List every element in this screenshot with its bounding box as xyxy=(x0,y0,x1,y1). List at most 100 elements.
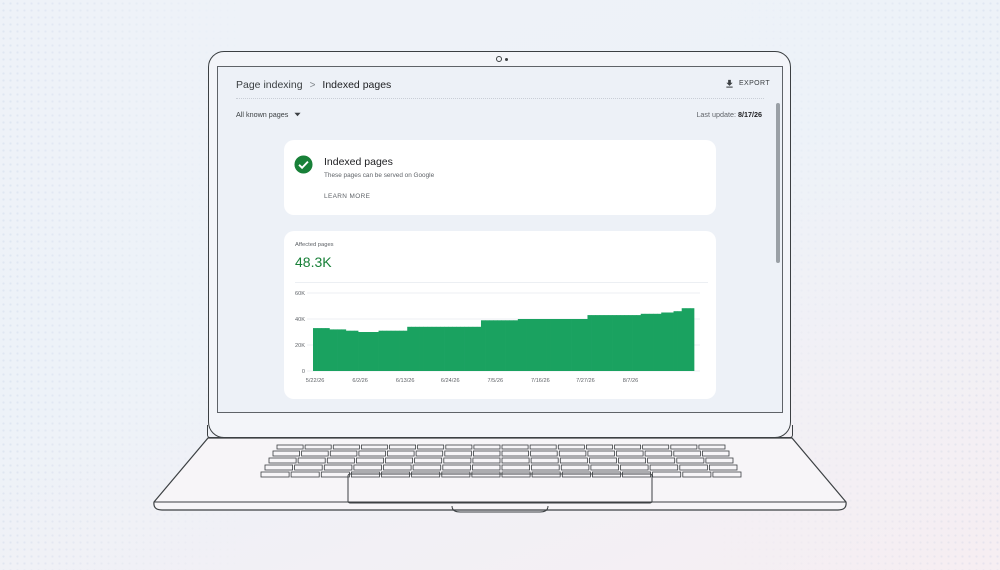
chart-bar xyxy=(558,319,564,371)
chart-bar xyxy=(689,308,695,371)
chart-bar xyxy=(538,319,543,371)
export-label: EXPORT xyxy=(738,80,770,87)
camera-icon xyxy=(496,56,502,62)
chart-bar xyxy=(607,315,613,371)
laptop-base xyxy=(153,437,847,513)
chart-bar xyxy=(497,320,502,371)
breadcrumb-parent[interactable]: Page indexing xyxy=(236,79,303,91)
chart-bar xyxy=(468,326,474,371)
scrollbar-thumb[interactable] xyxy=(776,103,780,263)
chart-bar xyxy=(501,320,506,371)
page-filter-dropdown[interactable]: All known pages xyxy=(236,110,301,119)
chart-bar xyxy=(485,320,490,371)
status-card: Indexed pages These pages can be served … xyxy=(284,140,716,215)
chart-bar xyxy=(456,326,461,371)
x-tick-label: 7/5/26 xyxy=(488,378,504,384)
chart-bar xyxy=(599,315,605,371)
filter-selected: All known pages xyxy=(236,110,289,119)
chart-bar xyxy=(366,332,371,371)
caret-down-icon xyxy=(294,112,301,117)
chart-bar xyxy=(444,326,449,371)
camera-indicator xyxy=(505,58,508,61)
chart-bar xyxy=(636,315,642,371)
y-tick-label: 60K xyxy=(295,291,305,297)
indexed-pages-chart: 0 20K 40K 60K 5/22/26 6/2/26 6/13/26 6/24/26 7/5… xyxy=(295,291,700,384)
chart-bar xyxy=(673,311,678,371)
chart-bar xyxy=(431,326,437,371)
chart-bar xyxy=(403,330,408,371)
chart-bar xyxy=(587,315,592,371)
chart-bar xyxy=(546,319,551,371)
chart-bar xyxy=(648,313,654,371)
chart-bar xyxy=(521,319,527,371)
chart-bar xyxy=(612,315,617,371)
last-update-value: 8/17/26 xyxy=(738,110,762,119)
chart-bar xyxy=(353,330,359,371)
check-circle-icon xyxy=(294,155,313,174)
chart-bar xyxy=(661,312,666,371)
chart-bar xyxy=(509,320,515,371)
export-button[interactable]: EXPORT xyxy=(725,79,770,88)
chart-bar xyxy=(427,326,433,371)
x-tick-label: 6/13/26 xyxy=(396,378,415,384)
last-update-label: Last update: xyxy=(696,110,737,119)
chart-bar xyxy=(419,326,424,371)
chart-bar xyxy=(583,319,588,371)
chart-bar xyxy=(317,328,322,371)
learn-more-link[interactable]: LEARN MORE xyxy=(324,193,370,200)
x-tick-label: 6/24/26 xyxy=(441,378,460,384)
chart-bar xyxy=(321,328,326,371)
last-update: Last update: 8/17/26 xyxy=(696,110,762,119)
chart-bar xyxy=(526,319,531,371)
chart-bar xyxy=(440,326,445,371)
chart-bar xyxy=(505,320,510,371)
download-icon xyxy=(726,79,733,88)
chart-bar xyxy=(480,320,486,371)
x-tick-label: 6/2/26 xyxy=(352,378,368,384)
chart-bar xyxy=(370,332,375,371)
chart-bar xyxy=(657,313,662,371)
chart-bar xyxy=(669,312,674,371)
chart-bar xyxy=(349,330,355,371)
chart-bar xyxy=(362,332,367,371)
chart-bar xyxy=(415,326,420,371)
chart-bar xyxy=(554,319,560,371)
x-tick-label: 7/27/26 xyxy=(576,378,595,384)
chart-bar xyxy=(382,330,388,371)
x-tick-label: 8/7/26 xyxy=(623,378,639,384)
x-tick-label: 5/22/26 xyxy=(306,378,325,384)
chart-bar xyxy=(452,326,457,371)
chart-bar xyxy=(313,328,318,371)
breadcrumb-current: Indexed pages xyxy=(322,79,392,91)
chart-bar xyxy=(448,326,453,371)
chart-bar xyxy=(603,315,609,371)
chart-bar xyxy=(435,326,441,371)
y-tick-label: 20K xyxy=(295,343,305,349)
y-tick-label: 0 xyxy=(302,369,305,375)
chart-bar xyxy=(489,320,494,371)
chart-bar xyxy=(358,332,363,371)
chart-bar xyxy=(644,313,650,371)
chart-bar xyxy=(628,315,633,371)
chart-bar xyxy=(579,319,584,371)
chart-bar xyxy=(341,329,347,371)
chart-bar xyxy=(333,329,338,371)
chart-bar xyxy=(374,332,379,371)
breadcrumb: Page indexing > Indexed pages xyxy=(236,79,391,91)
chart-bar xyxy=(411,326,416,371)
header-divider xyxy=(236,98,764,99)
chart-bar xyxy=(542,319,547,371)
chart-bar xyxy=(386,330,392,371)
chart-bar xyxy=(665,312,670,371)
chart-bar xyxy=(632,315,637,371)
chart-bar xyxy=(337,329,343,371)
chart-bar xyxy=(534,319,539,371)
chart-bar xyxy=(407,326,412,371)
breadcrumb-separator: > xyxy=(309,79,316,91)
chart-bar xyxy=(620,315,625,371)
chart-bar xyxy=(390,330,396,371)
chart-bar xyxy=(562,319,568,371)
chart-bar xyxy=(530,319,535,371)
chart-bar xyxy=(345,330,351,371)
chart-bar xyxy=(472,326,478,371)
